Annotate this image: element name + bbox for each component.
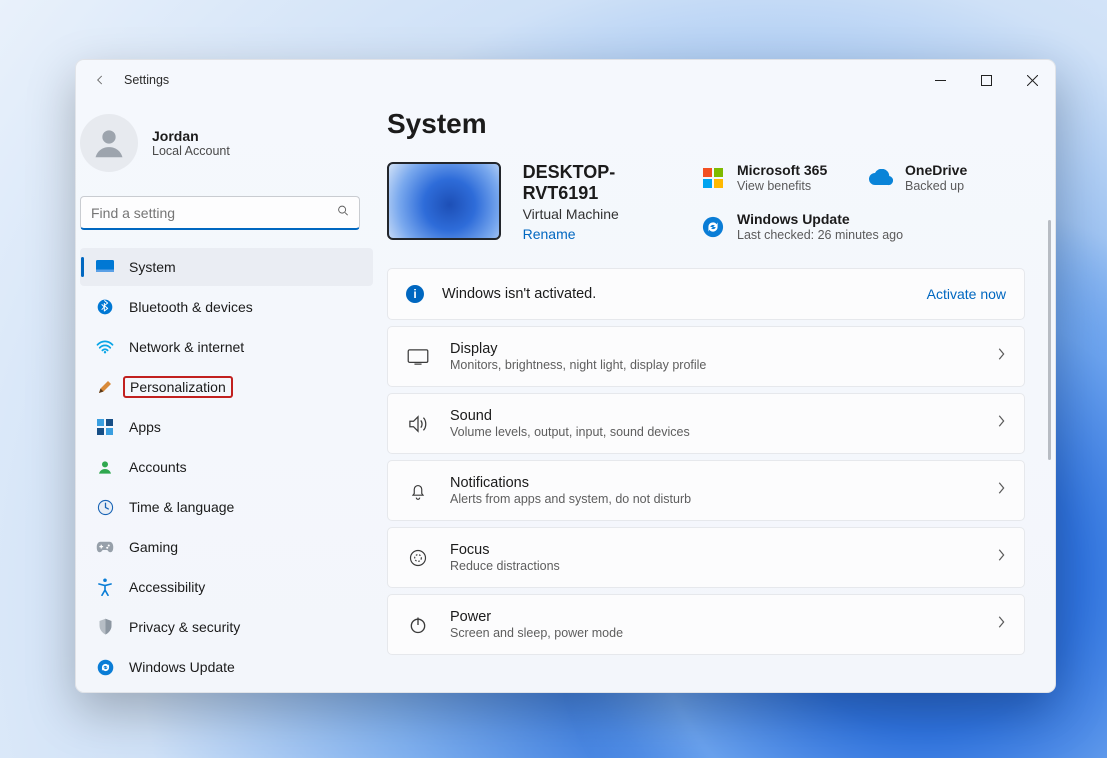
accounts-icon bbox=[96, 458, 114, 476]
chevron-right-icon bbox=[996, 481, 1006, 500]
minimize-button[interactable] bbox=[917, 60, 963, 100]
search-wrap bbox=[80, 196, 360, 230]
time-icon bbox=[96, 498, 114, 516]
titlebar: Settings bbox=[76, 60, 1055, 100]
activation-message: Windows isn't activated. bbox=[442, 286, 596, 302]
sidebar-item-label: Accounts bbox=[129, 459, 187, 475]
card-sub: Monitors, brightness, night light, displ… bbox=[450, 358, 706, 372]
sidebar-item-label: Privacy & security bbox=[129, 619, 240, 635]
sound-icon bbox=[406, 415, 430, 433]
display-icon bbox=[406, 349, 430, 365]
activate-now-link[interactable]: Activate now bbox=[927, 286, 1006, 302]
status-title: Windows Update bbox=[737, 211, 1025, 227]
card-display[interactable]: DisplayMonitors, brightness, night light… bbox=[387, 326, 1025, 387]
pc-type: Virtual Machine bbox=[523, 206, 679, 222]
card-title: Display bbox=[450, 341, 706, 357]
chevron-right-icon bbox=[996, 615, 1006, 634]
status-title: Microsoft 365 bbox=[737, 162, 857, 178]
card-sound[interactable]: SoundVolume levels, output, input, sound… bbox=[387, 393, 1025, 454]
status-update[interactable]: Windows Update Last checked: 26 minutes … bbox=[737, 211, 1025, 242]
personalization-icon bbox=[96, 378, 114, 396]
sidebar-item-label: Bluetooth & devices bbox=[129, 299, 253, 315]
sidebar-item-apps[interactable]: Apps bbox=[80, 408, 373, 446]
window-controls bbox=[917, 60, 1055, 100]
card-title: Power bbox=[450, 609, 623, 625]
content: System DESKTOP-RVT6191 Virtual Machine R… bbox=[387, 100, 1055, 692]
account-sub: Local Account bbox=[152, 144, 230, 158]
search-input[interactable] bbox=[80, 196, 360, 230]
apps-icon bbox=[96, 418, 114, 436]
scrollbar[interactable] bbox=[1048, 220, 1051, 460]
sidebar-item-accounts[interactable]: Accounts bbox=[80, 448, 373, 486]
card-sub: Alerts from apps and system, do not dist… bbox=[450, 492, 691, 506]
sidebar-item-label: Time & language bbox=[129, 499, 234, 515]
sidebar-item-label: Apps bbox=[129, 419, 161, 435]
nav: System Bluetooth & devices Network & int… bbox=[76, 246, 373, 692]
card-title: Notifications bbox=[450, 475, 691, 491]
card-power[interactable]: PowerScreen and sleep, power mode bbox=[387, 594, 1025, 655]
system-header: DESKTOP-RVT6191 Virtual Machine Rename M… bbox=[387, 162, 1025, 242]
account-block[interactable]: Jordan Local Account bbox=[76, 100, 373, 186]
status-sub: View benefits bbox=[737, 179, 857, 193]
system-icon bbox=[96, 258, 114, 276]
status-onedrive[interactable]: OneDrive Backed up bbox=[905, 162, 1025, 193]
sidebar-item-accessibility[interactable]: Accessibility bbox=[80, 568, 373, 606]
sidebar-item-label: Accessibility bbox=[129, 579, 205, 595]
status-sub: Last checked: 26 minutes ago bbox=[737, 228, 1025, 242]
pc-name: DESKTOP-RVT6191 bbox=[523, 162, 679, 204]
card-notifications[interactable]: NotificationsAlerts from apps and system… bbox=[387, 460, 1025, 521]
status-sub: Backed up bbox=[905, 179, 1025, 193]
sidebar: Jordan Local Account System Bluetooth & … bbox=[76, 100, 387, 692]
bell-icon bbox=[406, 481, 430, 501]
search-icon bbox=[336, 204, 350, 223]
maximize-button[interactable] bbox=[963, 60, 1009, 100]
gaming-icon bbox=[96, 538, 114, 556]
avatar bbox=[80, 114, 138, 172]
wifi-icon bbox=[96, 338, 114, 356]
account-name: Jordan bbox=[152, 128, 230, 144]
chevron-right-icon bbox=[996, 414, 1006, 433]
sidebar-item-network[interactable]: Network & internet bbox=[80, 328, 373, 366]
info-icon: i bbox=[406, 285, 424, 303]
sidebar-item-label: Personalization bbox=[123, 376, 233, 398]
sidebar-item-privacy[interactable]: Privacy & security bbox=[80, 608, 373, 646]
onedrive-icon bbox=[869, 166, 893, 190]
card-title: Focus bbox=[450, 542, 560, 558]
sidebar-item-label: Network & internet bbox=[129, 339, 244, 355]
accessibility-icon bbox=[96, 578, 114, 596]
m365-icon bbox=[701, 166, 725, 190]
desktop-thumbnail[interactable] bbox=[387, 162, 501, 240]
sidebar-item-time-language[interactable]: Time & language bbox=[80, 488, 373, 526]
bluetooth-icon bbox=[96, 298, 114, 316]
status-title: OneDrive bbox=[905, 162, 1025, 178]
chevron-right-icon bbox=[996, 548, 1006, 567]
update-status-icon bbox=[701, 215, 725, 239]
rename-link[interactable]: Rename bbox=[523, 226, 679, 242]
sidebar-item-label: Windows Update bbox=[129, 659, 235, 675]
app-title: Settings bbox=[124, 73, 169, 87]
sidebar-item-system[interactable]: System bbox=[80, 248, 373, 286]
sidebar-item-windows-update[interactable]: Windows Update bbox=[80, 648, 373, 686]
update-icon bbox=[96, 658, 114, 676]
sidebar-item-label: System bbox=[129, 259, 176, 275]
chevron-right-icon bbox=[996, 347, 1006, 366]
power-icon bbox=[406, 615, 430, 635]
sidebar-item-personalization[interactable]: Personalization bbox=[80, 368, 373, 406]
close-button[interactable] bbox=[1009, 60, 1055, 100]
sidebar-item-label: Gaming bbox=[129, 539, 178, 555]
shield-icon bbox=[96, 618, 114, 636]
activation-banner[interactable]: i Windows isn't activated. Activate now bbox=[387, 268, 1025, 320]
card-title: Sound bbox=[450, 408, 690, 424]
settings-window: Settings Jordan Local Account bbox=[75, 59, 1056, 693]
card-sub: Reduce distractions bbox=[450, 559, 560, 573]
card-focus[interactable]: FocusReduce distractions bbox=[387, 527, 1025, 588]
sidebar-item-gaming[interactable]: Gaming bbox=[80, 528, 373, 566]
status-m365[interactable]: Microsoft 365 View benefits bbox=[737, 162, 857, 193]
card-sub: Screen and sleep, power mode bbox=[450, 626, 623, 640]
sidebar-item-bluetooth[interactable]: Bluetooth & devices bbox=[80, 288, 373, 326]
card-sub: Volume levels, output, input, sound devi… bbox=[450, 425, 690, 439]
page-title: System bbox=[387, 108, 1025, 140]
focus-icon bbox=[406, 548, 430, 568]
back-button[interactable] bbox=[88, 68, 112, 92]
